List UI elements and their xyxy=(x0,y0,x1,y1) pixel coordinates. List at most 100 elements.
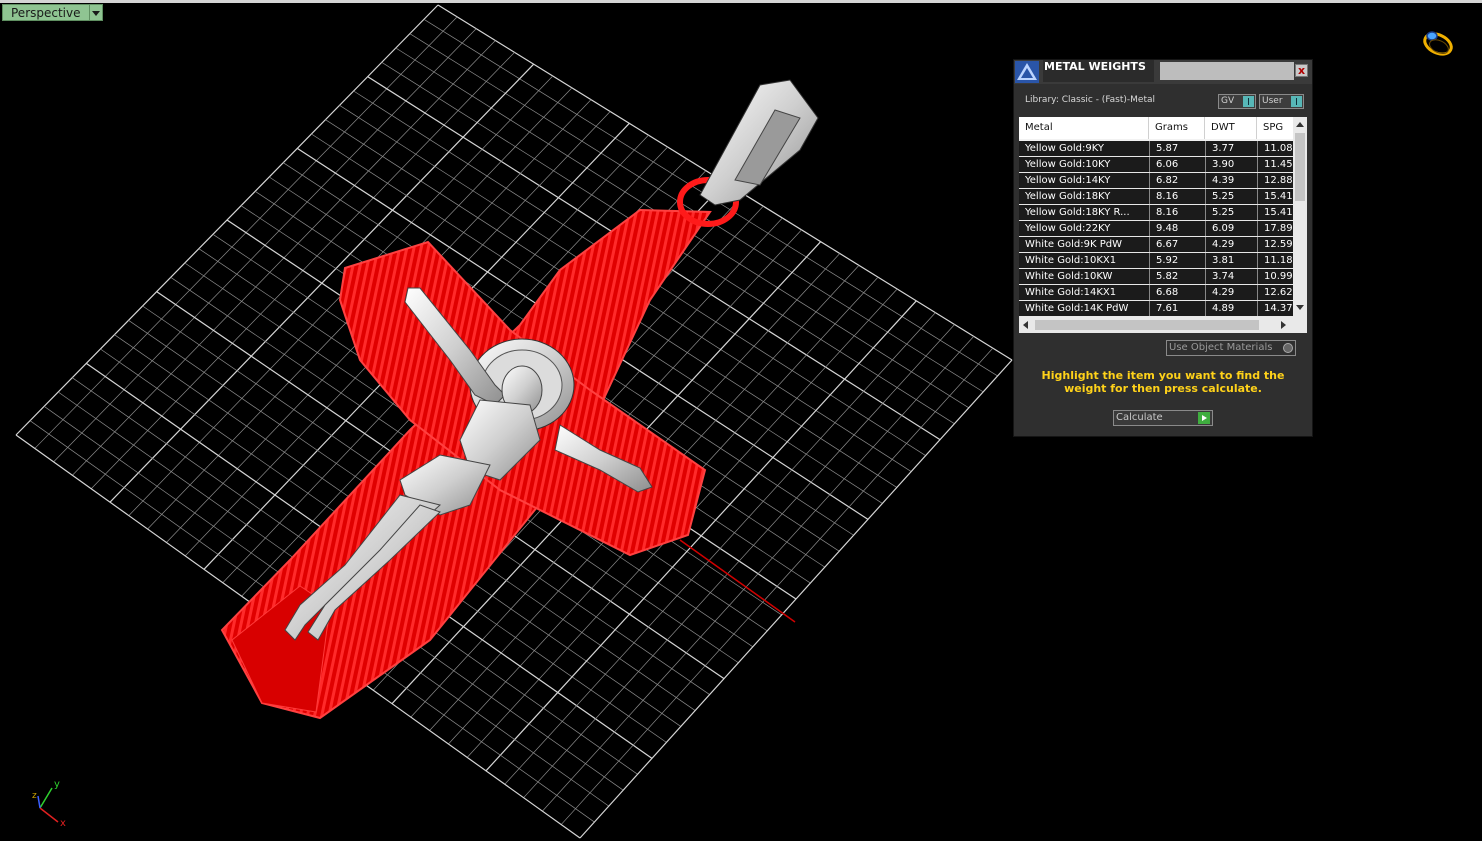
table-row[interactable]: White Gold:14K PdW 7.61 4.89 14.37 xyxy=(1019,301,1293,317)
axis-x-label: x xyxy=(60,818,66,828)
cell-spg: 12.62 xyxy=(1257,285,1293,300)
user-label: User xyxy=(1262,96,1283,106)
cell-metal: Yellow Gold:14KY xyxy=(1025,175,1111,186)
gv-select[interactable]: GV xyxy=(1218,94,1256,109)
cell-grams: 7.61 xyxy=(1149,301,1204,316)
scroll-up-icon[interactable] xyxy=(1296,122,1304,127)
panel-title-bar[interactable] xyxy=(1160,62,1294,80)
cell-grams: 6.68 xyxy=(1149,285,1204,300)
cell-spg: 14.37 xyxy=(1257,301,1293,316)
scroll-thumb[interactable] xyxy=(1295,133,1305,201)
cell-dwt: 4.29 xyxy=(1205,237,1256,252)
column-header-dwt[interactable]: DWT xyxy=(1205,117,1257,139)
close-button[interactable]: x xyxy=(1295,64,1308,77)
cell-spg: 10.99 xyxy=(1257,269,1293,284)
cell-metal: Yellow Gold:9KY xyxy=(1025,143,1104,154)
panel-title: METAL WEIGHTS xyxy=(1043,60,1154,82)
panel-header[interactable]: METAL WEIGHTS x xyxy=(1014,60,1312,84)
cell-spg: 11.18 xyxy=(1257,253,1293,268)
column-header-spg[interactable]: SPG xyxy=(1257,117,1293,139)
info-icon[interactable] xyxy=(1291,96,1302,107)
table-row[interactable]: Yellow Gold:18KY 8.16 5.25 15.41 xyxy=(1019,189,1293,205)
cell-grams: 6.82 xyxy=(1149,173,1204,188)
cell-metal: Yellow Gold:10KY xyxy=(1025,159,1111,170)
column-header-grams[interactable]: Grams xyxy=(1149,117,1205,139)
cell-grams: 8.16 xyxy=(1149,189,1204,204)
cell-dwt: 4.39 xyxy=(1205,173,1256,188)
cell-dwt: 3.74 xyxy=(1205,269,1256,284)
axis-gizmo: y x z xyxy=(32,779,66,828)
cell-grams: 9.48 xyxy=(1149,221,1204,236)
table-row[interactable]: Yellow Gold:22KY 9.48 6.09 17.89 xyxy=(1019,221,1293,237)
use-object-materials-label: Use Object Materials xyxy=(1169,342,1273,353)
cell-metal: White Gold:10KW xyxy=(1025,271,1113,282)
table-row[interactable]: Yellow Gold:18KY R... 8.16 5.25 15.41 xyxy=(1019,205,1293,221)
metal-table[interactable]: Metal Grams DWT SPG Yellow Gold:9KY 5.87 3… xyxy=(1019,117,1307,333)
table-row[interactable]: White Gold:10KW 5.82 3.74 10.99 xyxy=(1019,269,1293,285)
table-row[interactable]: Yellow Gold:9KY 5.87 3.77 11.08 xyxy=(1019,141,1293,157)
cell-spg: 12.88 xyxy=(1257,173,1293,188)
cell-spg: 12.59 xyxy=(1257,237,1293,252)
vertical-scrollbar[interactable] xyxy=(1293,117,1307,317)
cell-spg: 15.41 xyxy=(1257,205,1293,220)
cell-grams: 6.06 xyxy=(1149,157,1204,172)
gv-label: GV xyxy=(1221,96,1235,106)
cell-spg: 17.89 xyxy=(1257,221,1293,236)
cell-spg: 15.41 xyxy=(1257,189,1293,204)
cell-dwt: 6.09 xyxy=(1205,221,1256,236)
play-icon[interactable] xyxy=(1198,412,1210,424)
radio-icon[interactable] xyxy=(1283,343,1293,353)
cell-dwt: 4.89 xyxy=(1205,301,1256,316)
matrix-logo-icon xyxy=(1015,61,1039,83)
table-row[interactable]: Yellow Gold:14KY 6.82 4.39 12.88 xyxy=(1019,173,1293,189)
cell-grams: 5.92 xyxy=(1149,253,1204,268)
cell-metal: Yellow Gold:22KY xyxy=(1025,223,1111,234)
scroll-thumb-horizontal[interactable] xyxy=(1035,320,1259,330)
scroll-down-icon[interactable] xyxy=(1296,305,1304,310)
cross-model[interactable] xyxy=(220,79,819,720)
calculate-button[interactable]: Calculate xyxy=(1113,410,1213,426)
cell-metal: White Gold:14K PdW xyxy=(1025,303,1129,314)
table-row[interactable]: White Gold:14KX1 6.68 4.29 12.62 xyxy=(1019,285,1293,301)
info-icon[interactable] xyxy=(1243,96,1254,107)
user-select[interactable]: User xyxy=(1259,94,1304,109)
cell-spg: 11.45 xyxy=(1257,157,1293,172)
viewport-name[interactable]: Perspective xyxy=(2,4,90,21)
cell-metal: White Gold:14KX1 xyxy=(1025,287,1117,298)
table-row[interactable]: Yellow Gold:10KY 6.06 3.90 11.45 xyxy=(1019,157,1293,173)
3d-viewport[interactable]: Perspective y x z METAL WEIGHTS x Librar… xyxy=(0,0,1482,841)
calculate-label: Calculate xyxy=(1116,412,1163,423)
ring-icon[interactable] xyxy=(1418,24,1458,60)
table-row[interactable]: White Gold:10KX1 5.92 3.81 11.18 xyxy=(1019,253,1293,269)
cell-metal: White Gold:10KX1 xyxy=(1025,255,1117,266)
scroll-left-icon[interactable] xyxy=(1023,321,1028,329)
cell-dwt: 5.25 xyxy=(1205,189,1256,204)
cell-dwt: 3.77 xyxy=(1205,141,1256,156)
use-object-materials-toggle[interactable]: Use Object Materials xyxy=(1166,340,1296,356)
cell-metal: Yellow Gold:18KY R... xyxy=(1025,207,1130,218)
horizontal-scrollbar[interactable] xyxy=(1019,317,1307,333)
cell-dwt: 5.25 xyxy=(1205,205,1256,220)
viewport-label[interactable]: Perspective xyxy=(2,4,103,21)
table-row[interactable]: White Gold:9K PdW 6.67 4.29 12.59 xyxy=(1019,237,1293,253)
axis-y-label: y xyxy=(54,779,60,790)
cell-metal: White Gold:9K PdW xyxy=(1025,239,1122,250)
chevron-down-icon[interactable] xyxy=(89,4,103,21)
cell-grams: 5.82 xyxy=(1149,269,1204,284)
cell-grams: 6.67 xyxy=(1149,237,1204,252)
axis-z-label: z xyxy=(32,791,37,801)
column-header-metal[interactable]: Metal xyxy=(1019,117,1149,139)
metal-weights-panel[interactable]: METAL WEIGHTS x Library: Classic - (Fast… xyxy=(1013,59,1313,437)
table-header: Metal Grams DWT SPG xyxy=(1019,117,1293,139)
scroll-right-icon[interactable] xyxy=(1281,321,1286,329)
cell-spg: 11.08 xyxy=(1257,141,1293,156)
instruction-text: Highlight the item you want to find the … xyxy=(1041,369,1285,395)
cell-dwt: 3.90 xyxy=(1205,157,1256,172)
cell-metal: Yellow Gold:18KY xyxy=(1025,191,1111,202)
cell-dwt: 3.81 xyxy=(1205,253,1256,268)
table-body: Yellow Gold:9KY 5.87 3.77 11.08 Yellow Gold:… xyxy=(1019,141,1293,317)
cell-dwt: 4.29 xyxy=(1205,285,1256,300)
cell-grams: 8.16 xyxy=(1149,205,1204,220)
library-label: Library: Classic - (Fast)-Metal xyxy=(1025,95,1156,105)
cell-grams: 5.87 xyxy=(1149,141,1204,156)
